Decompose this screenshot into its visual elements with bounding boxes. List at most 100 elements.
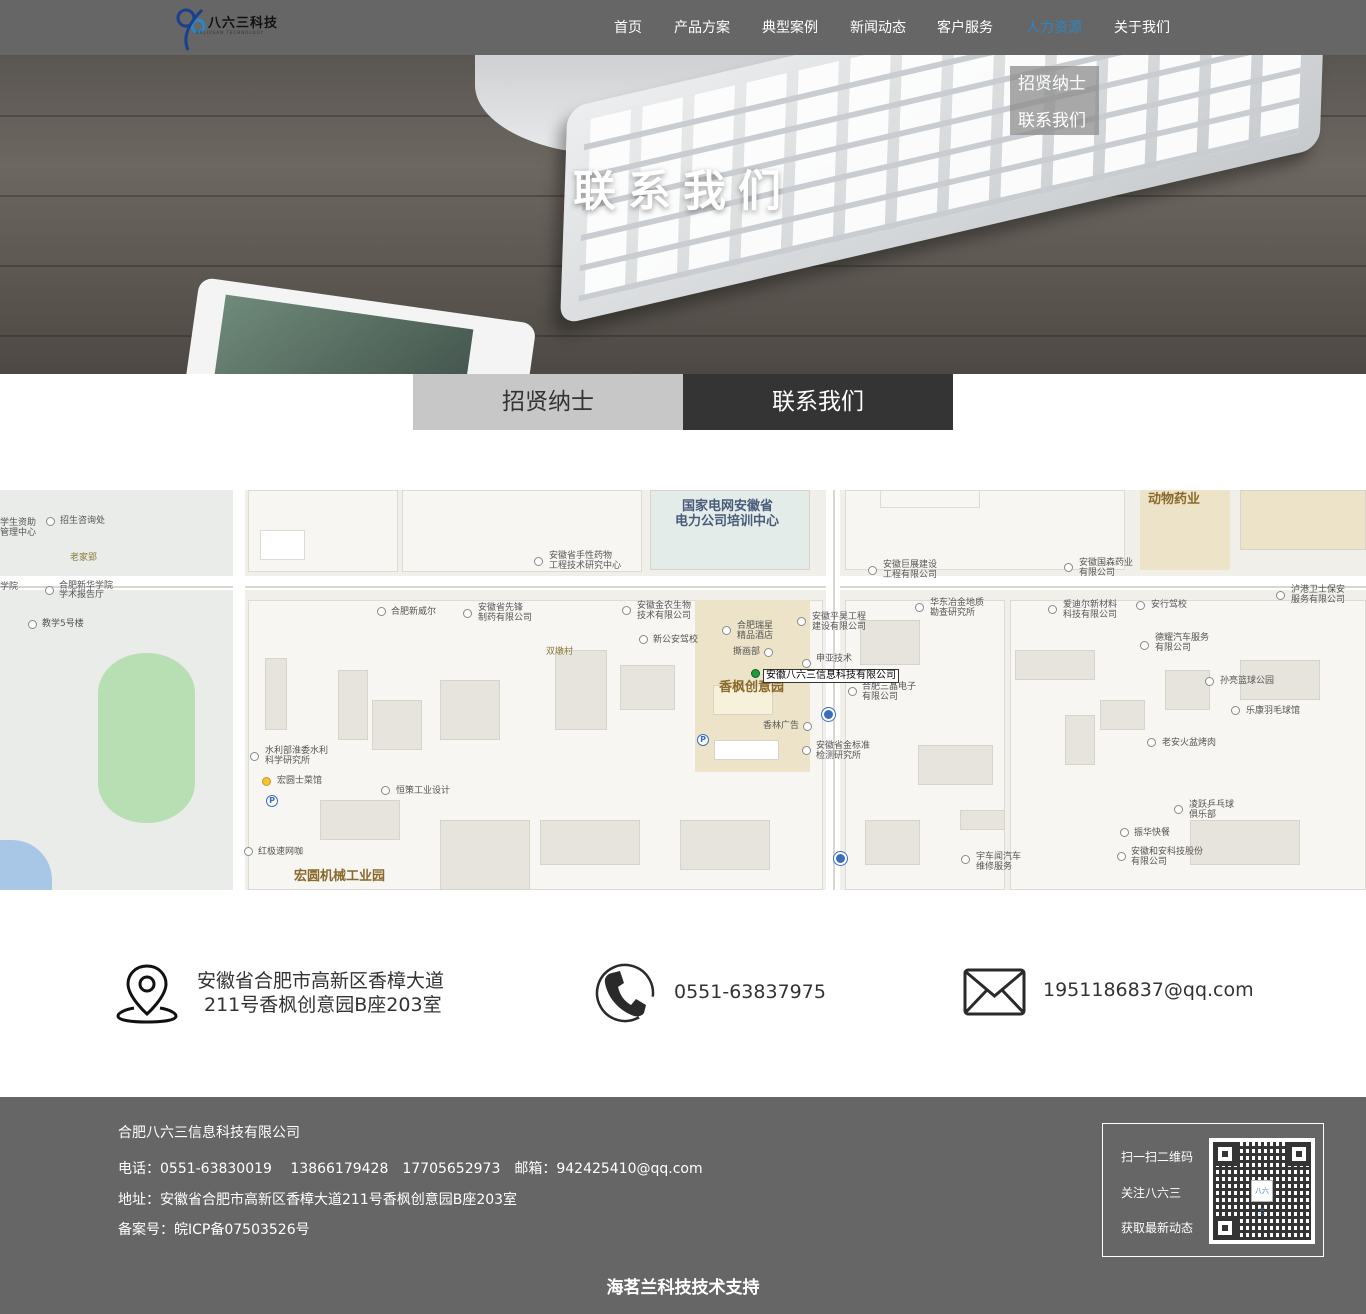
qr-caption-1: 扫一扫二维码 xyxy=(1121,1150,1194,1164)
map-label: 工程有限公司 xyxy=(883,570,938,580)
map-label: 老安火盆烤肉 xyxy=(1162,738,1217,748)
map-label: 技术有限公司 xyxy=(637,611,692,621)
map-label: 水利部淮委水利 xyxy=(265,746,329,756)
map-label: 有限公司 xyxy=(862,692,899,702)
qr-code-image: 八六三 xyxy=(1209,1138,1315,1244)
qr-panel: 扫一扫二维码 关注八六三 获取最新动态 八六三 xyxy=(1102,1123,1324,1257)
map-label: 学术报告厅 xyxy=(59,590,105,600)
parking-icon: P xyxy=(697,734,709,746)
map-label: 安徽国森药业 xyxy=(1079,558,1134,568)
map-label: 安徽省手性药物 xyxy=(549,551,613,561)
map-label: 俱乐部 xyxy=(1189,810,1217,820)
company-logo[interactable]: 八六三科技 BALIUSAN TECHNOLOGY xyxy=(174,4,284,52)
nav-service[interactable]: 客户服务 xyxy=(937,19,993,37)
footer-phone-email: 电话：0551-63830019 13866179428 17705652973… xyxy=(118,1161,703,1177)
phone-number[interactable]: 0551-63837975 xyxy=(674,980,826,1004)
nav-about[interactable]: 关于我们 xyxy=(1114,19,1170,37)
tab-contact[interactable]: 联系我们 xyxy=(683,374,953,430)
map-label: 管理中心 xyxy=(0,528,37,538)
map-label: 德耀汽车服务 xyxy=(1155,633,1210,643)
map-label: 双墩村 xyxy=(546,647,574,657)
map-label: 乐康羽毛球馆 xyxy=(1246,706,1301,716)
map-label: 合肥三晶电子 xyxy=(862,682,917,692)
map-label: 宏圆士菜馆 xyxy=(277,776,323,786)
map-label: 安徽金农生物 xyxy=(637,601,692,611)
bus-stop-icon xyxy=(822,708,835,721)
map-label: 合肥瑞星 xyxy=(737,621,774,631)
nav-cases[interactable]: 典型案例 xyxy=(762,19,818,37)
page-footer: 合肥八六三信息科技有限公司 电话：0551-63830019 138661794… xyxy=(0,1097,1366,1314)
map-label: 振华快餐 xyxy=(1134,828,1171,838)
map-label: 爱迪尔新材料 xyxy=(1063,600,1118,610)
map-label: 安徽和安科技股份 xyxy=(1131,847,1204,857)
map-label: 招生咨询处 xyxy=(60,516,106,526)
map-label: 建设有限公司 xyxy=(812,622,867,632)
footer-company: 合肥八六三信息科技有限公司 xyxy=(118,1125,300,1141)
logo-subtitle: BALIUSAN TECHNOLOGY xyxy=(196,30,264,35)
dropdown-item-contact[interactable]: 联系我们 xyxy=(1010,103,1099,140)
logo-text: 八六三科技 xyxy=(208,16,279,31)
map-label: 电力公司培训中心 xyxy=(675,514,780,529)
map-label: 教学5号楼 xyxy=(42,619,84,629)
map-label: 安徽省金标准 xyxy=(816,741,871,751)
bus-stop-icon xyxy=(834,852,847,865)
company-map-label[interactable]: 安徽八六三信息科技有限公司 xyxy=(763,669,899,683)
qr-caption-2: 关注八六三 xyxy=(1121,1186,1182,1200)
map-label: 精品酒店 xyxy=(737,631,774,641)
map-label: 检测研究所 xyxy=(816,751,862,761)
location-pin-icon xyxy=(116,964,178,1024)
map-label: 泸港卫士保安 xyxy=(1291,585,1346,595)
tech-support: 海茗兰科技技术支持 xyxy=(606,1278,760,1298)
map-label: 安行驾校 xyxy=(1151,600,1188,610)
map-label: 合肥新威尔 xyxy=(391,607,437,617)
top-header: 八六三科技 BALIUSAN TECHNOLOGY 首页 产品方案 典型案例 新… xyxy=(0,0,1366,55)
address-line-2: 211号香枫创意园B座203室 xyxy=(204,994,442,1016)
nav-products[interactable]: 产品方案 xyxy=(674,19,730,37)
footer-icp[interactable]: 备案号：皖ICP备07503526号 xyxy=(118,1221,310,1239)
map-label: 有限公司 xyxy=(1155,643,1192,653)
nav-news[interactable]: 新闻动态 xyxy=(850,19,906,37)
sports-field xyxy=(98,653,195,823)
map-label: 孙亮篮球公园 xyxy=(1220,676,1275,686)
mail-icon xyxy=(963,968,1026,1016)
map-label: 新公安驾校 xyxy=(653,635,699,645)
qr-caption-3: 获取最新动态 xyxy=(1121,1221,1194,1235)
map-label: 安徽平昊工程 xyxy=(812,612,867,622)
map-label: 制药有限公司 xyxy=(478,613,533,623)
map-label: 申亚技术 xyxy=(816,654,853,664)
map-label: 香林广告 xyxy=(763,721,800,731)
map-label: 工程技术研究中心 xyxy=(549,561,622,571)
dropdown-item-recruit[interactable]: 招贤纳士 xyxy=(1010,66,1099,103)
map-label: 安徽巨展建设 xyxy=(883,560,938,570)
map-label: 撕画部 xyxy=(733,647,761,657)
hero-banner: 联系我们 xyxy=(0,55,1366,374)
nav-home[interactable]: 首页 xyxy=(614,19,642,37)
map-label: 国家电网安徽省 xyxy=(682,499,774,514)
phone-icon xyxy=(595,963,655,1023)
parking-icon: P xyxy=(266,795,278,807)
address-line-1: 安徽省合肥市高新区香樟大道 xyxy=(197,970,445,992)
map-label: 有限公司 xyxy=(1131,857,1168,867)
map-label: 宏圆机械工业园 xyxy=(294,869,386,884)
page-title: 联系我们 xyxy=(573,167,793,217)
email-address[interactable]: 1951186837@qq.com xyxy=(1043,978,1254,1002)
map-label: 维修服务 xyxy=(976,862,1013,872)
map-label: 有限公司 xyxy=(1079,568,1116,578)
map-label: 凌跃乒乓球 xyxy=(1189,800,1235,810)
map-label: 科学研究所 xyxy=(265,756,311,766)
tab-recruit[interactable]: 招贤纳士 xyxy=(413,374,683,430)
location-map[interactable]: 国家电网安徽省 电力公司培训中心 动物药业 香枫创意园 宏圆机械工业园 双墩村 … xyxy=(0,490,1366,890)
tablet-image xyxy=(183,276,537,374)
map-label: 恒策工业设计 xyxy=(396,786,451,796)
map-label: 宇车闻汽车 xyxy=(976,852,1022,862)
map-label: 红极速网咖 xyxy=(258,847,304,857)
nav-hr[interactable]: 人力资源 xyxy=(1026,19,1082,37)
map-label: 华东冶金地质 xyxy=(930,598,985,608)
map-label: 安徽省先锋 xyxy=(478,603,524,613)
map-label: 勘查研究所 xyxy=(930,608,976,618)
location-marker-icon[interactable] xyxy=(751,669,760,678)
hr-dropdown-menu: 招贤纳士 联系我们 xyxy=(1010,66,1099,135)
map-label: 老家郢 xyxy=(70,553,98,563)
map-label: 动物药业 xyxy=(1148,492,1201,507)
map-label: 学院 xyxy=(0,582,19,592)
